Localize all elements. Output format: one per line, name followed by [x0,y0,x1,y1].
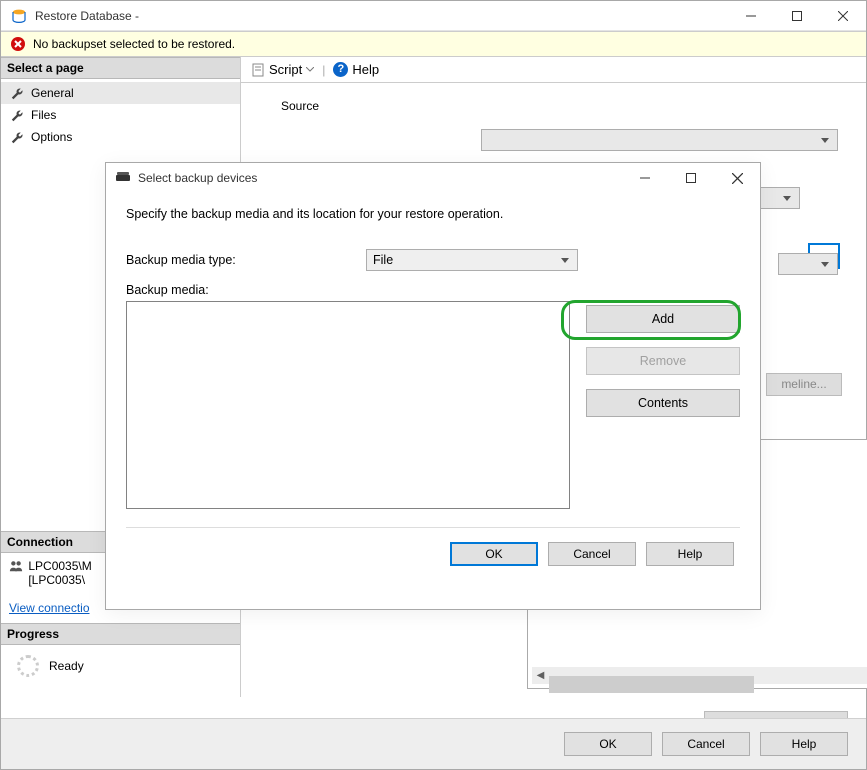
device-icon [116,175,130,181]
media-label: Backup media: [126,283,366,297]
script-icon [251,63,265,77]
select-page-header: Select a page [1,57,240,79]
page-label: General [31,86,74,100]
minimize-button[interactable] [728,1,774,31]
modal-cancel-button[interactable]: Cancel [548,542,636,566]
modal-minimize-button[interactable] [622,163,668,193]
source-database-dropdown[interactable] [481,129,838,151]
page-label: Files [31,108,56,122]
modal-instruction: Specify the backup media and its locatio… [126,207,740,221]
help-icon: ? [333,62,348,77]
notification-bar: No backupset selected to be restored. [1,31,866,57]
modal-help-button[interactable]: Help [646,542,734,566]
wrench-icon [9,85,25,101]
spinner-icon [17,655,39,677]
toolbar: Script | ? Help [241,57,866,83]
divider [126,527,740,528]
page-label: Options [31,130,72,144]
help-button[interactable]: Help [760,732,848,756]
wrench-icon [9,107,25,123]
remove-button: Remove [586,347,740,375]
close-button[interactable] [820,1,866,31]
help-button[interactable]: ? Help [333,62,379,77]
media-type-label: Backup media type: [126,253,366,267]
notification-text: No backupset selected to be restored. [33,37,235,51]
wrench-icon [9,129,25,145]
progress-status: Ready [1,645,240,697]
page-item-general[interactable]: General [1,82,240,104]
separator: | [322,63,325,77]
horizontal-scrollbar[interactable]: ◀ ▶ [532,667,867,684]
page-item-options[interactable]: Options [1,126,240,148]
database-icon [11,8,27,24]
error-icon [9,35,27,53]
modal-titlebar: Select backup devices [106,163,760,193]
dialog-button-bar: OK Cancel Help [1,718,866,769]
progress-header: Progress [1,623,240,645]
progress-text: Ready [49,659,84,673]
modal-close-button[interactable] [714,163,760,193]
media-type-select[interactable]: File [366,249,578,271]
backup-media-list[interactable] [126,301,570,509]
source-label: Source [281,99,842,113]
modal-title: Select backup devices [138,171,622,185]
people-icon [9,559,25,576]
ok-button[interactable]: OK [564,732,652,756]
modal-maximize-button[interactable] [668,163,714,193]
contents-button[interactable]: Contents [586,389,740,417]
main-titlebar: Restore Database - [1,1,866,31]
select-backup-devices-dialog: Select backup devices Specify the backup… [105,162,761,610]
destination-dropdown[interactable] [778,253,838,275]
scroll-thumb[interactable] [549,676,754,693]
scroll-left[interactable]: ◀ [532,667,549,684]
maximize-button[interactable] [774,1,820,31]
cancel-button[interactable]: Cancel [662,732,750,756]
timeline-button[interactable]: meline... [766,373,842,396]
connection-line1: LPC0035\M [28,559,91,573]
page-item-files[interactable]: Files [1,104,240,126]
modal-ok-button[interactable]: OK [450,542,538,566]
script-button[interactable]: Script [251,62,314,77]
add-button[interactable]: Add [586,305,740,333]
chevron-down-icon [306,67,314,72]
window-title: Restore Database - [35,9,728,23]
connection-line2: [LPC0035\ [28,573,85,587]
